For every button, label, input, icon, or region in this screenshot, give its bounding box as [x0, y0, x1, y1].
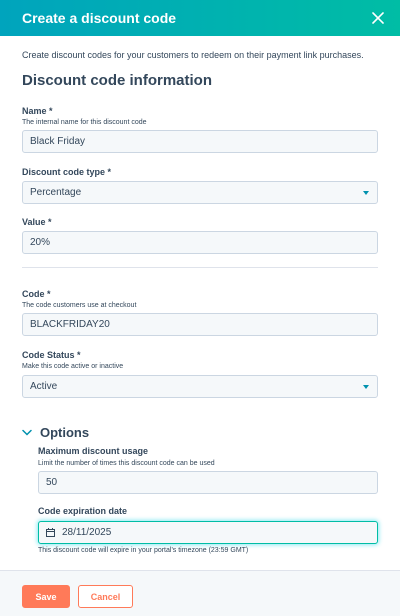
save-button[interactable]: Save — [22, 585, 70, 608]
expiration-label: Code expiration date — [38, 506, 128, 516]
status-label: Code Status * — [22, 350, 81, 360]
intro-text: Create discount codes for your customers… — [22, 50, 364, 60]
name-value: Black Friday — [30, 136, 86, 147]
status-help: Make this code active or inactive — [22, 363, 124, 370]
section-divider — [22, 267, 378, 268]
expiration-help: This discount code will expire in your p… — [38, 547, 249, 554]
code-label: Code * — [22, 289, 51, 299]
cancel-button[interactable]: Cancel — [78, 585, 133, 608]
modal-footer: Save Cancel — [0, 570, 400, 616]
code-input[interactable]: BLACKFRIDAY20 — [22, 313, 378, 336]
modal-header: Create a discount code — [0, 0, 400, 36]
caret-down-icon — [363, 190, 369, 195]
options-toggle[interactable]: Options — [22, 425, 89, 440]
close-icon[interactable] — [372, 12, 384, 24]
status-select[interactable]: Active — [22, 375, 378, 398]
code-value: BLACKFRIDAY20 — [30, 319, 110, 330]
chevron-down-icon — [22, 429, 32, 436]
max-usage-input[interactable]: 50 — [38, 471, 378, 494]
type-value: Percentage — [30, 187, 82, 198]
type-select[interactable]: Percentage — [22, 181, 378, 204]
max-usage-value: 50 — [46, 477, 58, 488]
close-button[interactable] — [368, 8, 388, 28]
section-title: Discount code information — [22, 72, 213, 89]
type-label: Discount code type * — [22, 167, 112, 177]
value-value: 20% — [30, 237, 51, 248]
value-label: Value * — [22, 217, 52, 227]
expiration-value: 28/11/2025 — [62, 527, 112, 538]
options-title: Options — [40, 425, 90, 440]
name-help: The internal name for this discount code — [22, 119, 147, 126]
max-usage-help: Limit the number of times this discount … — [38, 460, 215, 467]
name-input[interactable]: Black Friday — [22, 130, 378, 153]
caret-down-icon — [363, 384, 369, 389]
name-label: Name * — [22, 106, 53, 116]
value-input[interactable]: 20% — [22, 231, 378, 254]
modal-title: Create a discount code — [22, 10, 177, 26]
code-help: The code customers use at checkout — [22, 302, 137, 309]
calendar-icon — [46, 528, 55, 537]
expiration-date-input[interactable]: 28/11/2025 — [38, 521, 378, 544]
max-usage-label: Maximum discount usage — [38, 446, 149, 456]
status-value: Active — [30, 381, 58, 392]
modal-body: Create discount codes for your customers… — [0, 36, 400, 570]
